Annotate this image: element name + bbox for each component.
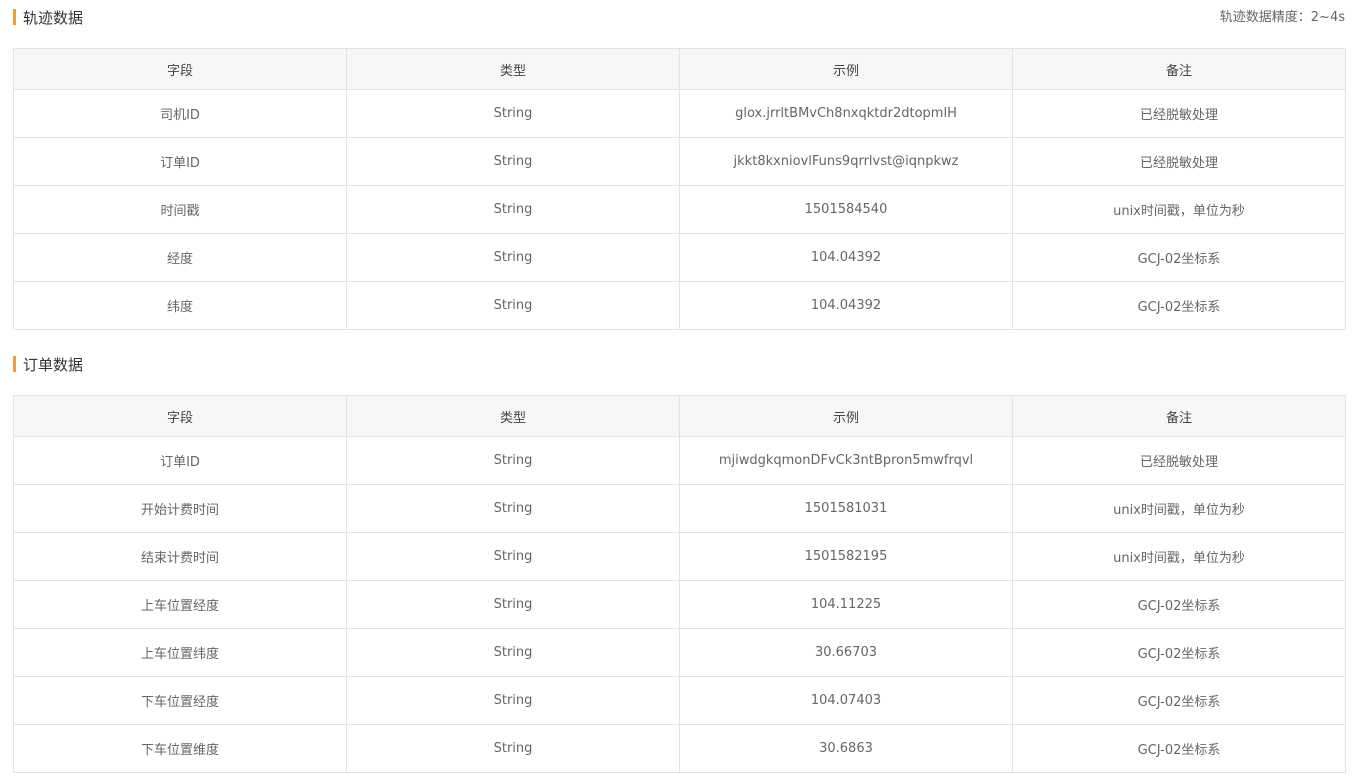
cell-note: unix时间戳，单位为秒 <box>1012 185 1346 234</box>
cell-example: 104.11225 <box>679 580 1013 629</box>
cell-type: String <box>346 185 680 234</box>
cell-example: 30.66703 <box>679 628 1013 677</box>
cell-example: 1501584540 <box>679 185 1013 234</box>
cell-example: mjiwdgkqmonDFvCk3ntBpron5mwfrqvl <box>679 436 1013 485</box>
cell-example: 30.6863 <box>679 724 1013 773</box>
cell-note: GCJ-02坐标系 <box>1012 233 1346 282</box>
cell-field: 上车位置经度 <box>13 580 347 629</box>
section-accent-bar <box>13 356 16 372</box>
cell-field: 时间戳 <box>13 185 347 234</box>
cell-field: 订单ID <box>13 436 347 485</box>
cell-type: String <box>346 436 680 485</box>
cell-note: GCJ-02坐标系 <box>1012 724 1346 773</box>
cell-note: unix时间戳，单位为秒 <box>1012 532 1346 581</box>
cell-example: 104.04392 <box>679 233 1013 282</box>
cell-type: String <box>346 484 680 533</box>
track-section-header: 轨迹数据 <box>13 7 83 27</box>
cell-field: 结束计费时间 <box>13 532 347 581</box>
table-row: 纬度 String 104.04392 GCJ-02坐标系 <box>13 281 1346 330</box>
column-header-field: 字段 <box>13 48 347 90</box>
cell-note: unix时间戳，单位为秒 <box>1012 484 1346 533</box>
table-row: 订单ID String mjiwdgkqmonDFvCk3ntBpron5mwf… <box>13 436 1346 485</box>
cell-field: 上车位置纬度 <box>13 628 347 677</box>
track-section-title: 轨迹数据 <box>23 8 84 27</box>
cell-example: 104.04392 <box>679 281 1013 330</box>
table-row: 司机ID String glox.jrrltBMvCh8nxqktdr2dtop… <box>13 89 1346 138</box>
order-data-table: 字段 类型 示例 备注 订单ID String mjiwdgkqmonDFvCk… <box>13 395 1346 773</box>
table-row: 下车位置维度 String 30.6863 GCJ-02坐标系 <box>13 724 1346 773</box>
cell-example: 1501582195 <box>679 532 1013 581</box>
table-row: 订单ID String jkkt8kxniovlFuns9qrrlvst@iqn… <box>13 137 1346 186</box>
table-row: 上车位置经度 String 104.11225 GCJ-02坐标系 <box>13 580 1346 629</box>
cell-type: String <box>346 532 680 581</box>
cell-type: String <box>346 281 680 330</box>
cell-field: 司机ID <box>13 89 347 138</box>
cell-field: 下车位置维度 <box>13 724 347 773</box>
cell-example: jkkt8kxniovlFuns9qrrlvst@iqnpkwz <box>679 137 1013 186</box>
column-header-example: 示例 <box>679 48 1013 90</box>
table-row: 开始计费时间 String 1501581031 unix时间戳，单位为秒 <box>13 484 1346 533</box>
cell-note: 已经脱敏处理 <box>1012 436 1346 485</box>
cell-example: glox.jrrltBMvCh8nxqktdr2dtopmlH <box>679 89 1013 138</box>
table-row: 结束计费时间 String 1501582195 unix时间戳，单位为秒 <box>13 532 1346 581</box>
cell-type: String <box>346 89 680 138</box>
cell-field: 开始计费时间 <box>13 484 347 533</box>
column-header-note: 备注 <box>1012 395 1346 437</box>
column-header-type: 类型 <box>346 395 680 437</box>
column-header-note: 备注 <box>1012 48 1346 90</box>
table-header-row: 字段 类型 示例 备注 <box>13 395 1346 437</box>
column-header-type: 类型 <box>346 48 680 90</box>
cell-field: 纬度 <box>13 281 347 330</box>
cell-field: 下车位置经度 <box>13 676 347 725</box>
order-section-header: 订单数据 <box>13 354 83 374</box>
order-section-title: 订单数据 <box>23 355 84 374</box>
table-row: 下车位置经度 String 104.07403 GCJ-02坐标系 <box>13 676 1346 725</box>
cell-field: 订单ID <box>13 137 347 186</box>
cell-type: String <box>346 233 680 282</box>
table-row: 上车位置纬度 String 30.66703 GCJ-02坐标系 <box>13 628 1346 677</box>
track-data-table: 字段 类型 示例 备注 司机ID String glox.jrrltBMvCh8… <box>13 48 1346 330</box>
cell-type: String <box>346 580 680 629</box>
column-header-example: 示例 <box>679 395 1013 437</box>
cell-type: String <box>346 137 680 186</box>
cell-note: GCJ-02坐标系 <box>1012 580 1346 629</box>
cell-example: 104.07403 <box>679 676 1013 725</box>
table-header-row: 字段 类型 示例 备注 <box>13 48 1346 90</box>
track-precision-note: 轨迹数据精度：2~4s <box>1219 10 1345 25</box>
cell-type: String <box>346 628 680 677</box>
cell-note: GCJ-02坐标系 <box>1012 676 1346 725</box>
cell-note: 已经脱敏处理 <box>1012 137 1346 186</box>
table-row: 时间戳 String 1501584540 unix时间戳，单位为秒 <box>13 185 1346 234</box>
section-accent-bar <box>13 9 16 25</box>
cell-note: 已经脱敏处理 <box>1012 89 1346 138</box>
cell-note: GCJ-02坐标系 <box>1012 281 1346 330</box>
cell-type: String <box>346 676 680 725</box>
cell-type: String <box>346 724 680 773</box>
cell-note: GCJ-02坐标系 <box>1012 628 1346 677</box>
column-header-field: 字段 <box>13 395 347 437</box>
cell-field: 经度 <box>13 233 347 282</box>
table-row: 经度 String 104.04392 GCJ-02坐标系 <box>13 233 1346 282</box>
cell-example: 1501581031 <box>679 484 1013 533</box>
